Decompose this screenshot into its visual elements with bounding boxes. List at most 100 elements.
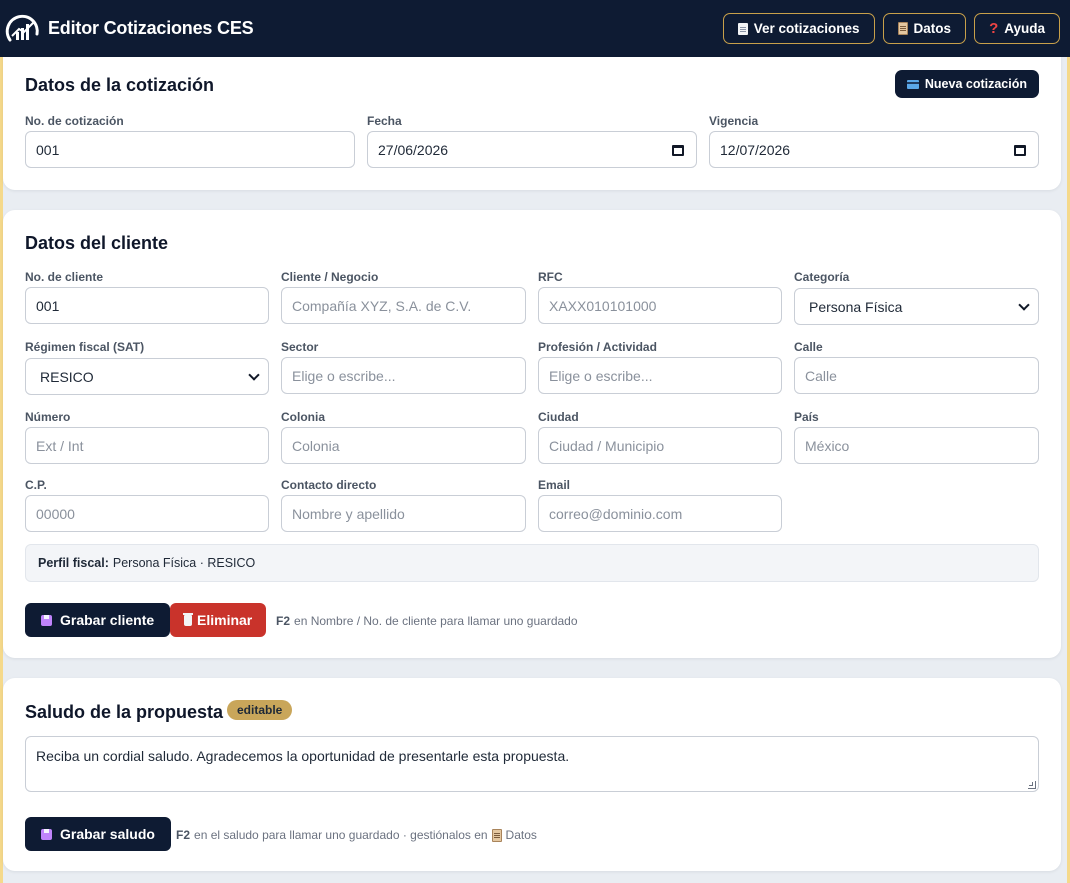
calendar-icon[interactable] xyxy=(1014,145,1026,156)
chevron-down-icon xyxy=(1018,299,1030,311)
floppy-disk-icon xyxy=(41,828,52,840)
save-greeting-button[interactable]: Grabar saludo xyxy=(25,817,171,851)
client-hint-key: F2 xyxy=(276,614,291,628)
new-quote-button[interactable]: Nueva cotización xyxy=(894,70,1039,98)
regime-select[interactable]: RESICO xyxy=(25,358,269,395)
business-placeholder: Compañía XYZ, S.A. de C.V. xyxy=(292,297,472,314)
client-no-label: No. de cliente xyxy=(25,270,104,284)
quote-card: Datos de la cotización Nueva cotización … xyxy=(3,57,1061,190)
sector-placeholder: Elige o escribe... xyxy=(292,367,396,384)
zip-input[interactable]: 00000 xyxy=(25,495,269,532)
contact-placeholder: Nombre y apellido xyxy=(292,505,405,522)
client-hint-text: en Nombre / No. de cliente para llamar u… xyxy=(294,614,578,628)
zip-placeholder: 00000 xyxy=(36,505,75,522)
email-input[interactable]: correo@dominio.com xyxy=(538,495,782,532)
top-actions: Ver cotizaciones Datos ? Ayuda xyxy=(722,13,1060,44)
clipboard-icon xyxy=(897,22,908,35)
greeting-textarea[interactable]: Reciba un cordial saludo. Agradecemos la… xyxy=(25,736,1039,792)
sector-label: Sector xyxy=(281,340,319,354)
colony-input[interactable]: Colonia xyxy=(281,427,526,464)
app-title: Editor Cotizaciones CES xyxy=(48,18,254,38)
zip-label: C.P. xyxy=(25,478,47,492)
street-placeholder: Calle xyxy=(805,367,837,384)
greeting-hint: F2 en el saludo para llamar uno guardado… xyxy=(176,828,537,842)
profession-label: Profesión / Actividad xyxy=(538,340,657,354)
contact-input[interactable]: Nombre y apellido xyxy=(281,495,526,532)
rfc-placeholder: XAXX010101000 xyxy=(549,297,657,314)
validity-label: Vigencia xyxy=(709,114,759,128)
view-quotes-button[interactable]: Ver cotizaciones xyxy=(722,13,875,44)
editable-badge: editable xyxy=(227,700,293,720)
sector-input[interactable]: Elige o escribe... xyxy=(281,357,526,394)
save-client-button[interactable]: Grabar cliente xyxy=(25,603,171,637)
client-no-input[interactable]: 001 xyxy=(25,287,269,324)
fiscal-profile-value: Persona Física · RESICO xyxy=(112,556,256,570)
greeting-hint-key: F2 xyxy=(176,828,191,842)
category-select[interactable]: Persona Física xyxy=(794,288,1039,325)
client-card: Datos del cliente No. de cliente 001 Cli… xyxy=(3,210,1061,658)
rfc-input[interactable]: XAXX010101000 xyxy=(538,287,782,324)
regime-label: Régimen fiscal (SAT) xyxy=(25,340,145,354)
save-client-label: Grabar cliente xyxy=(60,612,155,628)
date-value: 27/06/2026 xyxy=(378,141,449,158)
question-icon: ? xyxy=(989,20,999,37)
clipboard-icon xyxy=(491,828,502,842)
client-hint: F2 en Nombre / No. de cliente para llama… xyxy=(276,614,578,628)
document-icon xyxy=(737,22,748,35)
date-label: Fecha xyxy=(367,114,402,128)
help-button[interactable]: ? Ayuda xyxy=(974,13,1060,44)
trash-icon xyxy=(183,612,193,626)
quote-number-label: No. de cotización xyxy=(25,114,124,128)
street-input[interactable]: Calle xyxy=(794,357,1039,394)
logo-icon xyxy=(5,14,39,41)
new-quote-label: Nueva cotización xyxy=(924,77,1027,91)
fiscal-profile-label: Perfil fiscal: xyxy=(38,556,109,570)
street-label: Calle xyxy=(794,340,823,354)
city-placeholder: Ciudad / Municipio xyxy=(549,437,665,454)
regime-value: RESICO xyxy=(40,368,94,385)
category-value: Persona Física xyxy=(809,298,903,315)
business-input[interactable]: Compañía XYZ, S.A. de C.V. xyxy=(281,287,526,324)
number-placeholder: Ext / Int xyxy=(36,437,84,454)
validity-value: 12/07/2026 xyxy=(720,141,791,158)
greeting-title: Saludo de la propuesta xyxy=(25,702,224,722)
email-placeholder: correo@dominio.com xyxy=(549,505,683,522)
data-label: Datos xyxy=(913,21,952,36)
business-label: Cliente / Negocio xyxy=(281,270,379,284)
validity-input[interactable]: 12/07/2026 xyxy=(709,131,1039,168)
card-icon xyxy=(906,79,919,89)
email-label: Email xyxy=(538,478,571,492)
quote-number-input[interactable]: 001 xyxy=(25,131,355,168)
date-input[interactable]: 27/06/2026 xyxy=(367,131,697,168)
chevron-down-icon xyxy=(248,369,260,381)
number-label: Número xyxy=(25,410,71,424)
quote-number-value: 001 xyxy=(36,141,60,158)
number-input[interactable]: Ext / Int xyxy=(25,427,269,464)
city-label: Ciudad xyxy=(538,410,579,424)
colony-placeholder: Colonia xyxy=(292,437,340,454)
quote-title: Datos de la cotización xyxy=(25,75,215,95)
greeting-text: Reciba un cordial saludo. Agradecemos la… xyxy=(36,748,570,764)
resize-grip-icon[interactable] xyxy=(1028,781,1036,789)
category-label: Categoría xyxy=(794,270,850,284)
client-title: Datos del cliente xyxy=(25,233,169,253)
top-bar: Editor Cotizaciones CES Ver cotizaciones… xyxy=(0,0,1070,57)
client-no-value: 001 xyxy=(36,297,60,314)
country-label: País xyxy=(794,410,819,424)
help-label: Ayuda xyxy=(1004,21,1045,36)
colony-label: Colonia xyxy=(281,410,325,424)
profession-input[interactable]: Elige o escribe... xyxy=(538,357,782,394)
country-input[interactable]: México xyxy=(794,427,1039,464)
calendar-icon[interactable] xyxy=(672,145,684,156)
rfc-label: RFC xyxy=(538,270,563,284)
fiscal-profile: Perfil fiscal: Persona Física · RESICO xyxy=(25,544,1039,582)
country-placeholder: México xyxy=(805,437,850,454)
greeting-hint-link[interactable]: Datos xyxy=(506,828,537,842)
delete-client-label: Eliminar xyxy=(197,612,253,628)
city-input[interactable]: Ciudad / Municipio xyxy=(538,427,782,464)
data-button[interactable]: Datos xyxy=(882,13,967,44)
contact-label: Contacto directo xyxy=(281,478,377,492)
save-greeting-label: Grabar saludo xyxy=(60,826,155,842)
delete-client-button[interactable]: Eliminar xyxy=(170,603,267,637)
floppy-disk-icon xyxy=(41,614,52,626)
